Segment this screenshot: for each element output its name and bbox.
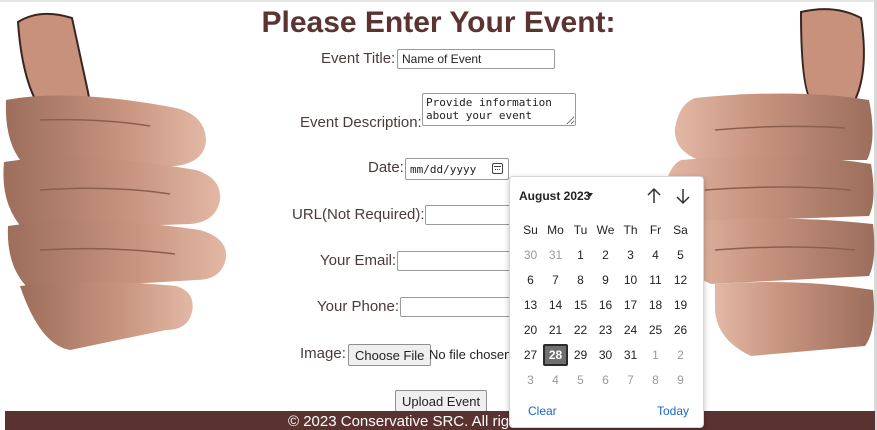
url-label: URL(Not Required): (292, 206, 425, 223)
weekday-label: Th (623, 223, 638, 237)
calendar-icon[interactable] (492, 163, 503, 174)
arrow-down-icon[interactable] (673, 185, 693, 207)
calendar-day[interactable]: 6 (518, 269, 543, 291)
weekday-label: We (596, 223, 615, 237)
email-input[interactable] (397, 251, 515, 271)
calendar-day[interactable]: 10 (618, 269, 643, 291)
weekday-label: Mo (547, 223, 564, 237)
weekday-label: Tu (573, 223, 588, 237)
weekday-label: Su (523, 223, 538, 237)
calendar-day[interactable]: 8 (568, 269, 593, 291)
calendar-day[interactable]: 7 (543, 269, 568, 291)
phone-input[interactable] (400, 297, 515, 317)
calendar-day[interactable]: 31 (618, 344, 643, 366)
calendar-day[interactable]: 16 (593, 294, 618, 316)
calendar-day[interactable]: 1 (568, 244, 593, 266)
calendar-day[interactable]: 11 (643, 269, 668, 291)
calendar-day[interactable]: 8 (643, 369, 668, 391)
calendar-day[interactable]: 5 (668, 244, 693, 266)
calendar-day[interactable]: 13 (518, 294, 543, 316)
calendar-day[interactable]: 31 (543, 244, 568, 266)
left-hand-image (3, 12, 227, 350)
footer: © 2023 Conservative SRC. All righ (5, 411, 875, 430)
date-picker-popup: August 2023 Su Mo Tu We Th Fr Sa 30 31 1 2 3 4 5 6 7 8 9… (509, 176, 704, 428)
upload-event-button[interactable]: Upload Event (395, 390, 488, 412)
caret-down-icon[interactable] (587, 193, 593, 197)
date-input[interactable]: mm/dd/yyyy (405, 158, 509, 180)
calendar-day[interactable]: 15 (568, 294, 593, 316)
calendar-day[interactable]: 6 (593, 369, 618, 391)
image-label: Image: (300, 345, 346, 362)
weekday-label: Sa (673, 223, 688, 237)
calendar-day[interactable]: 30 (593, 344, 618, 366)
calendar-day[interactable]: 1 (643, 344, 668, 366)
calendar-day[interactable]: 14 (543, 294, 568, 316)
calendar-day[interactable]: 2 (668, 344, 693, 366)
weekday-label: Fr (649, 223, 662, 237)
file-status: No file chosen (429, 347, 512, 362)
date-placeholder: mm/dd/yyyy (410, 163, 477, 176)
calendar-day[interactable]: 5 (568, 369, 593, 391)
calendar-day[interactable]: 19 (668, 294, 693, 316)
date-label: Date: (368, 159, 404, 176)
event-title-input[interactable] (397, 49, 555, 69)
calendar-day[interactable]: 26 (668, 319, 693, 341)
clear-button[interactable]: Clear (528, 404, 557, 418)
calendar-day[interactable]: 4 (543, 369, 568, 391)
calendar-day[interactable]: 2 (593, 244, 618, 266)
calendar-day[interactable]: 27 (518, 344, 543, 366)
event-description-textarea[interactable] (422, 93, 576, 126)
url-input[interactable] (425, 205, 515, 225)
month-year-selector[interactable]: August 2023 (519, 189, 590, 203)
calendar-day[interactable]: 12 (668, 269, 693, 291)
email-label: Your Email: (320, 252, 397, 269)
calendar-day[interactable]: 25 (643, 319, 668, 341)
calendar-day[interactable]: 24 (618, 319, 643, 341)
calendar-day[interactable]: 21 (543, 319, 568, 341)
calendar-day[interactable]: 17 (618, 294, 643, 316)
calendar-day[interactable]: 3 (518, 369, 543, 391)
choose-file-button[interactable]: Choose File (348, 344, 432, 366)
event-title-label: Event Title: (321, 50, 396, 67)
footer-text: © 2023 Conservative SRC. All righ (288, 413, 518, 430)
calendar-day[interactable]: 7 (618, 369, 643, 391)
calendar-day[interactable]: 28 (543, 344, 568, 366)
calendar-day[interactable]: 22 (568, 319, 593, 341)
today-button[interactable]: Today (657, 404, 689, 418)
calendar-day[interactable]: 20 (518, 319, 543, 341)
calendar-day[interactable]: 9 (593, 269, 618, 291)
calendar-day[interactable]: 18 (643, 294, 668, 316)
event-description-label: Event Description: (300, 114, 422, 131)
calendar-day[interactable]: 30 (518, 244, 543, 266)
page-title: Please Enter Your Event: (261, 6, 616, 39)
arrow-up-icon[interactable] (644, 185, 664, 207)
calendar-day[interactable]: 4 (643, 244, 668, 266)
calendar-day[interactable]: 29 (568, 344, 593, 366)
phone-label: Your Phone: (317, 298, 400, 315)
calendar-day[interactable]: 23 (593, 319, 618, 341)
calendar-day[interactable]: 9 (668, 369, 693, 391)
calendar-day[interactable]: 3 (618, 244, 643, 266)
